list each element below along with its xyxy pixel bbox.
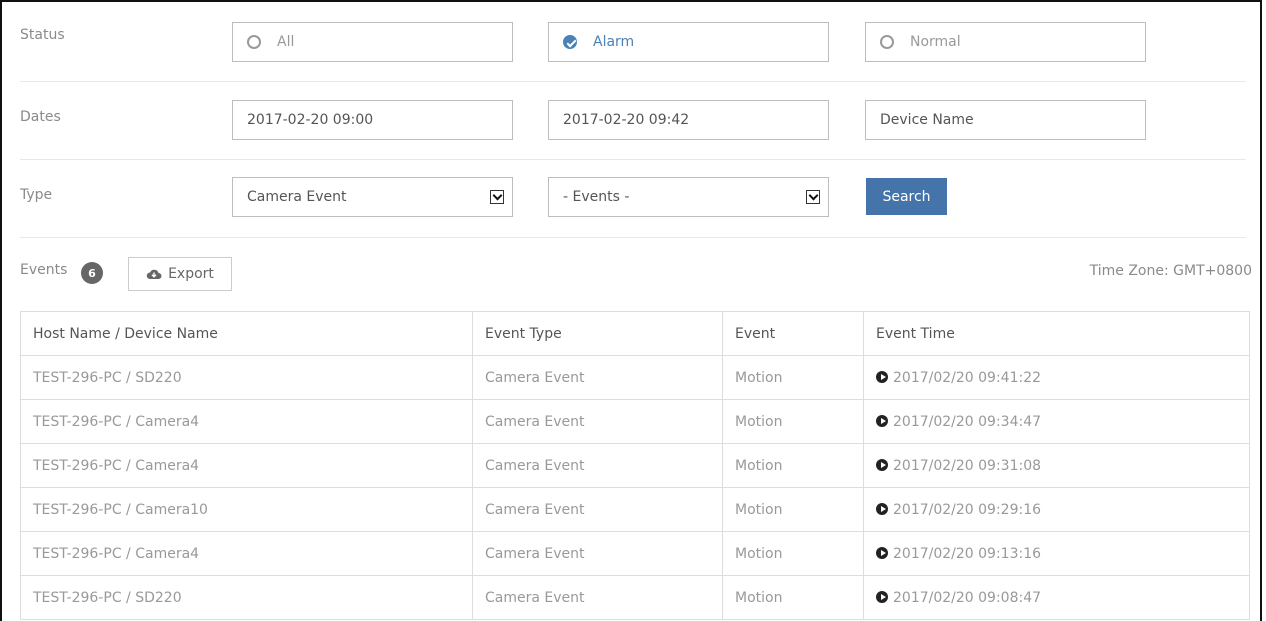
- chevron-down-icon: [806, 190, 820, 204]
- status-label: Status: [20, 27, 65, 43]
- event-time-value: 2017/02/20 09:29:16: [893, 501, 1042, 518]
- export-label: Export: [168, 266, 214, 282]
- event-cell: Motion: [722, 443, 864, 488]
- type-select-value: Camera Event: [247, 189, 347, 205]
- events-table: Host Name / Device Name Event Type Event…: [20, 311, 1250, 620]
- type-label: Type: [20, 187, 53, 203]
- event-select-value: - Events -: [563, 189, 630, 205]
- column-header-event-time[interactable]: Event Time: [863, 311, 1250, 356]
- table-row[interactable]: TEST-296-PC / Camera4 Camera Event Motio…: [20, 531, 1250, 576]
- end-date-input[interactable]: 2017-02-20 09:42: [548, 100, 829, 140]
- event-type-cell: Camera Event: [472, 443, 723, 488]
- table-row[interactable]: TEST-296-PC / Camera10 Camera Event Moti…: [20, 487, 1250, 532]
- chevron-down-icon: [490, 190, 504, 204]
- radio-unchecked-icon: [880, 35, 894, 49]
- radio-checked-icon: [563, 35, 577, 49]
- event-time-value: 2017/02/20 09:08:47: [893, 589, 1042, 606]
- play-icon[interactable]: [876, 414, 888, 427]
- status-option-normal[interactable]: Normal: [865, 22, 1146, 62]
- table-row[interactable]: TEST-296-PC / Camera4 Camera Event Motio…: [20, 399, 1250, 444]
- events-label: Events: [20, 262, 68, 278]
- dates-label: Dates: [20, 109, 61, 125]
- event-time-cell[interactable]: 2017/02/20 09:31:08: [863, 443, 1250, 488]
- column-header-event-type[interactable]: Event Type: [472, 311, 723, 356]
- play-icon[interactable]: [876, 458, 888, 471]
- event-cell: Motion: [722, 487, 864, 532]
- cloud-download-icon: [146, 269, 162, 279]
- host-device-cell: TEST-296-PC / Camera4: [20, 443, 473, 488]
- event-time-cell[interactable]: 2017/02/20 09:41:22: [863, 355, 1250, 400]
- event-select[interactable]: - Events -: [548, 177, 829, 217]
- event-cell: Motion: [722, 399, 864, 444]
- play-icon[interactable]: [876, 590, 888, 603]
- status-option-alarm[interactable]: Alarm: [548, 22, 829, 62]
- event-time-value: 2017/02/20 09:34:47: [893, 413, 1042, 430]
- host-device-cell: TEST-296-PC / SD220: [20, 355, 473, 400]
- radio-unchecked-icon: [247, 35, 261, 49]
- status-option-all[interactable]: All: [232, 22, 513, 62]
- table-row[interactable]: TEST-296-PC / SD220 Camera Event Motion …: [20, 355, 1250, 400]
- event-type-cell: Camera Event: [472, 355, 723, 400]
- host-device-cell: TEST-296-PC / SD220: [20, 575, 473, 620]
- event-cell: Motion: [722, 531, 864, 576]
- event-type-cell: Camera Event: [472, 399, 723, 444]
- column-header-host[interactable]: Host Name / Device Name: [20, 311, 473, 356]
- event-time-cell[interactable]: 2017/02/20 09:29:16: [863, 487, 1250, 532]
- table-row[interactable]: TEST-296-PC / SD220 Camera Event Motion …: [20, 575, 1250, 620]
- host-device-cell: TEST-296-PC / Camera10: [20, 487, 473, 532]
- event-time-value: 2017/02/20 09:13:16: [893, 545, 1042, 562]
- type-select[interactable]: Camera Event: [232, 177, 513, 217]
- status-option-normal-label: Normal: [910, 34, 961, 50]
- event-time-cell[interactable]: 2017/02/20 09:13:16: [863, 531, 1250, 576]
- column-header-event[interactable]: Event: [722, 311, 864, 356]
- host-device-cell: TEST-296-PC / Camera4: [20, 399, 473, 444]
- event-type-cell: Camera Event: [472, 531, 723, 576]
- event-type-cell: Camera Event: [472, 487, 723, 532]
- timezone-label: Time Zone: GMT+0800: [1089, 263, 1252, 279]
- event-cell: Motion: [722, 575, 864, 620]
- host-device-cell: TEST-296-PC / Camera4: [20, 531, 473, 576]
- start-date-input[interactable]: 2017-02-20 09:00: [232, 100, 513, 140]
- status-option-all-label: All: [277, 34, 295, 50]
- play-icon[interactable]: [876, 370, 888, 383]
- event-time-value: 2017/02/20 09:31:08: [893, 457, 1042, 474]
- device-name-input[interactable]: Device Name: [865, 100, 1146, 140]
- event-cell: Motion: [722, 355, 864, 400]
- search-button[interactable]: Search: [866, 178, 947, 215]
- export-button[interactable]: Export: [128, 257, 232, 291]
- event-time-value: 2017/02/20 09:41:22: [893, 369, 1042, 386]
- event-type-cell: Camera Event: [472, 575, 723, 620]
- events-count-badge: 6: [81, 262, 103, 284]
- event-time-cell[interactable]: 2017/02/20 09:08:47: [863, 575, 1250, 620]
- table-header-row: Host Name / Device Name Event Type Event…: [20, 311, 1250, 356]
- status-option-alarm-label: Alarm: [593, 34, 635, 50]
- play-icon[interactable]: [876, 546, 888, 559]
- table-row[interactable]: TEST-296-PC / Camera4 Camera Event Motio…: [20, 443, 1250, 488]
- play-icon[interactable]: [876, 502, 888, 515]
- event-time-cell[interactable]: 2017/02/20 09:34:47: [863, 399, 1250, 444]
